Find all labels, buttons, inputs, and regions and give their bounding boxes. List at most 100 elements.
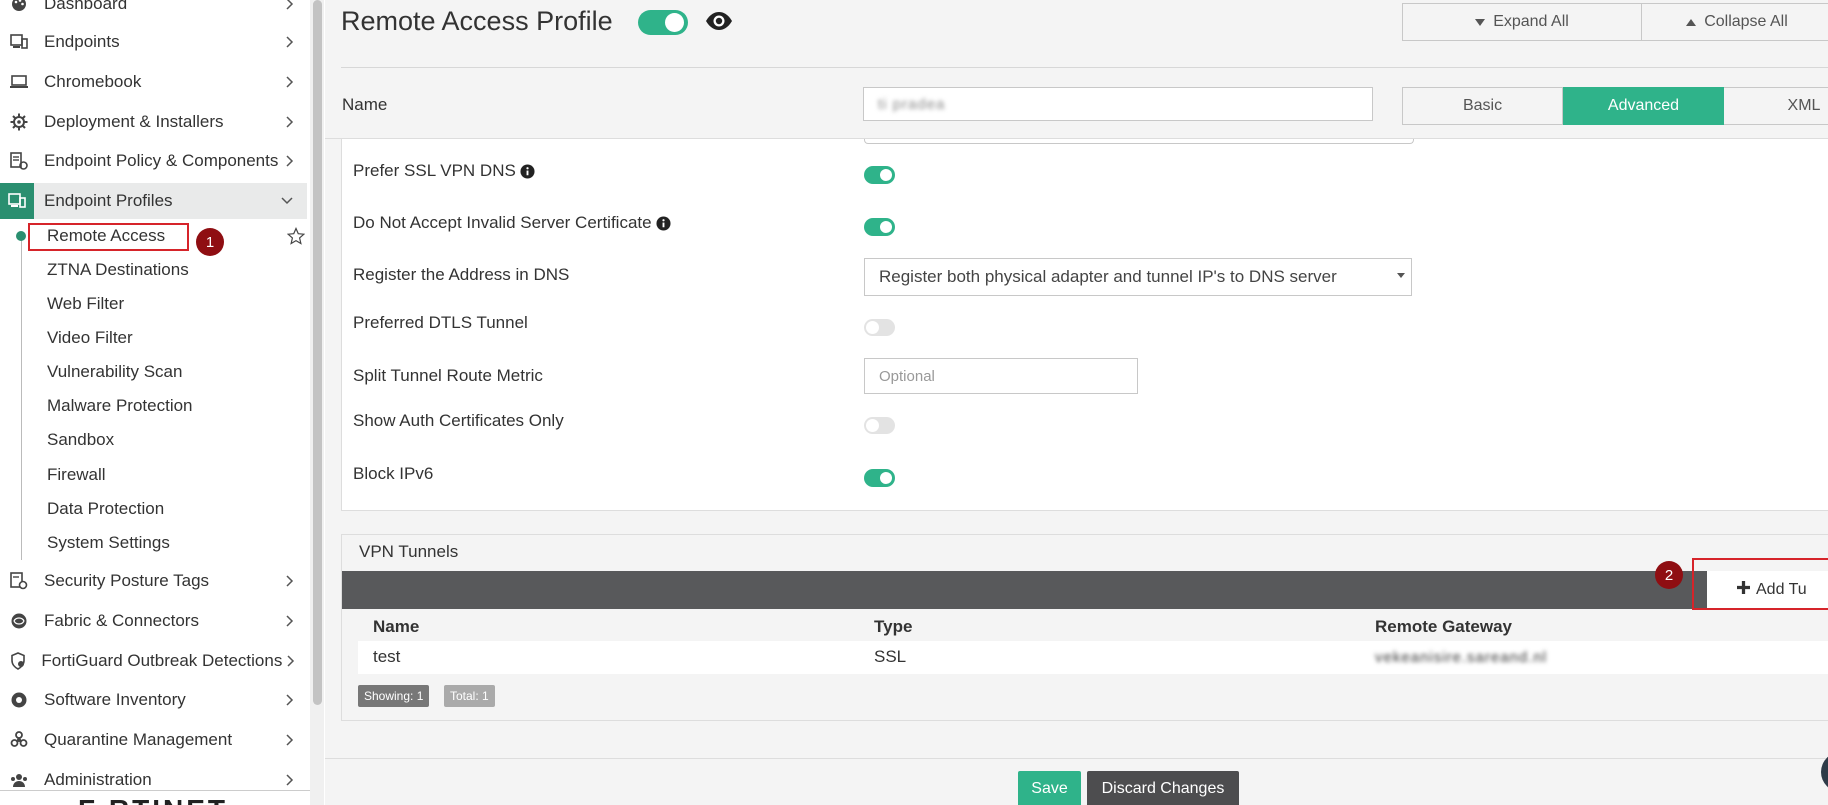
invalid-cert-toggle[interactable]	[864, 218, 895, 236]
sidebar-subitem-web-filter[interactable]: Web Filter	[47, 289, 124, 319]
sidebar-item-deployment[interactable]: Deployment & Installers	[0, 104, 310, 140]
expand-all-label: Expand All	[1493, 13, 1569, 30]
sidebar-subitem-vulnerability-scan[interactable]: Vulnerability Scan	[47, 357, 182, 387]
footer-divider	[325, 758, 1828, 759]
tab-xml[interactable]: XML	[1724, 87, 1828, 125]
cell-name: test	[373, 647, 401, 666]
save-button[interactable]: Save	[1018, 771, 1081, 805]
show-auth-certs-toggle[interactable]	[864, 417, 895, 434]
column-header-name[interactable]: Name	[373, 617, 419, 637]
page-title: Remote Access Profile	[341, 6, 613, 36]
outbreak-icon	[8, 650, 27, 672]
sidebar-item-endpoints[interactable]: Endpoints	[0, 24, 310, 60]
sidebar-item-endpoint-profiles[interactable]: Endpoint Profiles	[0, 183, 307, 219]
palette-icon	[8, 0, 30, 15]
split-tunnel-metric-input[interactable]: Optional	[864, 358, 1138, 394]
sidebar-item-administration[interactable]: Administration	[0, 762, 310, 798]
inventory-icon	[8, 689, 30, 711]
caret-down-icon	[1475, 13, 1486, 31]
block-ipv6-label: Block IPv6	[353, 464, 434, 483]
prefer-ssl-vpn-dns-label: Prefer SSL VPN DNS	[353, 161, 516, 180]
vpn-tunnels-toolbar: Add Tu	[342, 571, 1828, 609]
endpoints-icon	[8, 31, 30, 53]
annotation-badge-1: 1	[196, 228, 224, 256]
sidebar-item-fabric-connectors[interactable]: Fabric & Connectors	[0, 603, 310, 639]
chevron-right-icon	[280, 575, 300, 587]
sidebar-item-quarantine-management[interactable]: Quarantine Management	[0, 722, 310, 758]
sidebar-item-fortiguard-outbreak[interactable]: FortiGuard Outbreak Detections	[0, 643, 310, 679]
sidebar-item-label: Endpoint Profiles	[44, 191, 173, 210]
invalid-cert-row: Do Not Accept Invalid Server Certificate	[353, 213, 671, 233]
expand-all-button[interactable]: Expand All	[1402, 3, 1642, 41]
sidebar-subitem-sandbox[interactable]: Sandbox	[47, 425, 114, 455]
tab-basic[interactable]: Basic	[1402, 87, 1563, 125]
sidebar-item-endpoint-policy[interactable]: Endpoint Policy & Components	[0, 143, 310, 179]
sidebar: Dashboard Endpoints Chromebook Deploymen…	[0, 0, 311, 805]
showing-count-badge: Showing: 1	[358, 685, 430, 707]
name-input[interactable]: ti pradea	[863, 87, 1373, 121]
sidebar-item-chromebook[interactable]: Chromebook	[0, 64, 310, 100]
tab-advanced[interactable]: Advanced	[1563, 87, 1724, 125]
sidebar-item-label: Deployment & Installers	[44, 112, 224, 131]
prefer-ssl-vpn-dns-toggle[interactable]	[864, 166, 895, 184]
sidebar-item-software-inventory[interactable]: Software Inventory	[0, 682, 310, 718]
show-auth-certs-label: Show Auth Certificates Only	[353, 411, 564, 430]
sidebar-scrollbar-thumb[interactable]	[313, 0, 322, 705]
view-tabs: Basic Advanced XML	[1402, 87, 1828, 125]
policy-icon	[8, 150, 30, 172]
register-dns-value: Register both physical adapter and tunne…	[879, 267, 1337, 286]
annotation-badge-2: 2	[1655, 561, 1683, 589]
sidebar-subitem-ztna-destinations[interactable]: ZTNA Destinations	[47, 255, 189, 285]
profile-header: Remote Access Profile Expand All Collaps…	[325, 0, 1828, 139]
register-dns-label: Register the Address in DNS	[353, 265, 570, 284]
sidebar-subitem-video-filter[interactable]: Video Filter	[47, 323, 133, 353]
sidebar-subitem-data-protection[interactable]: Data Protection	[47, 494, 164, 524]
chevron-right-icon	[280, 116, 300, 128]
invalid-cert-label: Do Not Accept Invalid Server Certificate	[353, 213, 652, 232]
register-dns-select[interactable]: Register both physical adapter and tunne…	[864, 258, 1412, 296]
chevron-down-icon	[277, 197, 297, 205]
column-header-type[interactable]: Type	[874, 617, 912, 637]
caret-up-icon	[1686, 13, 1697, 31]
eye-icon[interactable]	[705, 11, 733, 36]
advanced-settings-panel: Prefer SSL VPN DNS Do Not Accept Invalid…	[341, 139, 1828, 511]
sidebar-item-label: FortiGuard Outbreak Detections	[41, 651, 283, 670]
previous-field-edge	[864, 139, 1414, 144]
chevron-right-icon	[282, 655, 300, 667]
preferred-dtls-toggle[interactable]	[864, 319, 895, 336]
sidebar-item-dashboard[interactable]: Dashboard	[0, 0, 310, 22]
info-icon[interactable]	[520, 163, 535, 179]
sidebar-item-security-posture-tags[interactable]: Security Posture Tags	[0, 563, 310, 599]
block-ipv6-toggle[interactable]	[864, 469, 895, 487]
gear-icon	[8, 111, 30, 133]
chevron-right-icon	[280, 734, 300, 746]
vpn-tunnels-title: VPN Tunnels	[359, 542, 459, 561]
sidebar-item-label: Software Inventory	[44, 690, 186, 709]
split-tunnel-metric-label: Split Tunnel Route Metric	[353, 366, 543, 385]
table-row[interactable]: test SSL vekeanisire.sareand.nl	[358, 641, 1828, 674]
name-label: Name	[342, 95, 388, 114]
cell-type: SSL	[874, 647, 907, 666]
sidebar-subitem-system-settings[interactable]: System Settings	[47, 528, 170, 558]
dropdown-caret-icon	[1397, 273, 1405, 278]
info-icon[interactable]	[656, 215, 671, 231]
preferred-dtls-label: Preferred DTLS Tunnel	[353, 313, 528, 332]
column-header-remote-gateway[interactable]: Remote Gateway	[1375, 617, 1512, 637]
submenu-line	[21, 235, 22, 560]
fabric-icon	[8, 610, 30, 632]
collapse-all-button[interactable]: Collapse All	[1642, 3, 1828, 41]
prefer-ssl-vpn-dns-row: Prefer SSL VPN DNS	[353, 161, 535, 181]
chevron-right-icon	[280, 36, 300, 48]
profile-enabled-toggle[interactable]	[638, 10, 688, 35]
name-input-value: ti pradea	[878, 95, 946, 113]
discard-changes-button[interactable]: Discard Changes	[1087, 771, 1239, 805]
sidebar-item-label: Endpoints	[44, 32, 120, 51]
split-tunnel-metric-placeholder: Optional	[879, 367, 935, 385]
sidebar-subitem-firewall[interactable]: Firewall	[47, 460, 106, 490]
sidebar-subitem-malware-protection[interactable]: Malware Protection	[47, 391, 193, 421]
chevron-right-icon	[280, 694, 300, 706]
sidebar-item-label: Security Posture Tags	[44, 571, 210, 590]
star-icon[interactable]	[286, 226, 306, 250]
biohazard-icon	[8, 729, 30, 751]
sidebar-item-label: Administration	[44, 770, 152, 789]
